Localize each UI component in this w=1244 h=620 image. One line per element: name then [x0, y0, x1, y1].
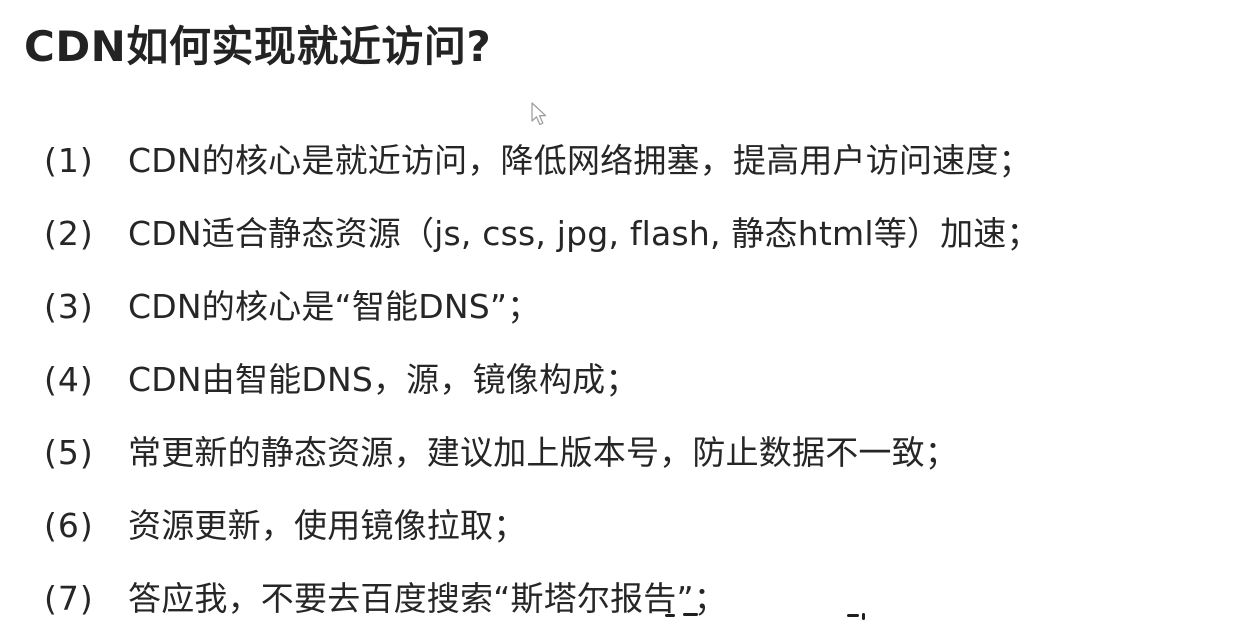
- list-item-number: (2): [44, 213, 94, 253]
- text-fragment-mark: [683, 613, 698, 616]
- list-item-number: (1): [44, 140, 94, 180]
- text-fragment-mark: [847, 614, 859, 617]
- list-item-number: (7): [44, 578, 94, 618]
- list-item: (2) CDN适合静态资源（js, css, jpg, flash, 静态htm…: [44, 197, 1224, 270]
- list-item: (3) CDN的核心是“智能DNS”；: [44, 270, 1224, 343]
- list-item-number: (3): [44, 286, 94, 326]
- slide: CDN如何实现就近访问? (1) CDN的核心是就近访问，降低网络拥塞，提高用户…: [0, 0, 1244, 620]
- text-fragment-mark: [665, 614, 675, 617]
- list-item-text: 资源更新，使用镜像拉取；: [128, 505, 527, 545]
- list-item: (6) 资源更新，使用镜像拉取；: [44, 489, 1224, 562]
- list-item-text: 常更新的静态资源，建议加上版本号，防止数据不一致；: [128, 432, 958, 472]
- content-list: (1) CDN的核心是就近访问，降低网络拥塞，提高用户访问速度； (2) CDN…: [44, 124, 1224, 620]
- list-item-number: (6): [44, 505, 94, 545]
- list-item-text: CDN适合静态资源（js, css, jpg, flash, 静态html等）加…: [128, 213, 1040, 253]
- cropped-text-fragment: [665, 608, 875, 620]
- list-item: (5) 常更新的静态资源，建议加上版本号，防止数据不一致；: [44, 416, 1224, 489]
- text-fragment-mark: [862, 613, 865, 620]
- list-item-number: (4): [44, 359, 94, 399]
- list-item: (1) CDN的核心是就近访问，降低网络拥塞，提高用户访问速度；: [44, 124, 1224, 197]
- slide-title: CDN如何实现就近访问?: [24, 22, 492, 71]
- list-item-text: CDN的核心是就近访问，降低网络拥塞，提高用户访问速度；: [128, 140, 1032, 180]
- list-item: (7) 答应我，不要去百度搜索“斯塔尔报告”；: [44, 562, 1224, 620]
- list-item-text: CDN的核心是“智能DNS”；: [128, 286, 541, 326]
- list-item-number: (5): [44, 432, 94, 472]
- list-item: (4) CDN由智能DNS，源，镜像构成；: [44, 343, 1224, 416]
- list-item-text: CDN由智能DNS，源，镜像构成；: [128, 359, 639, 399]
- mouse-pointer-icon: [531, 102, 547, 126]
